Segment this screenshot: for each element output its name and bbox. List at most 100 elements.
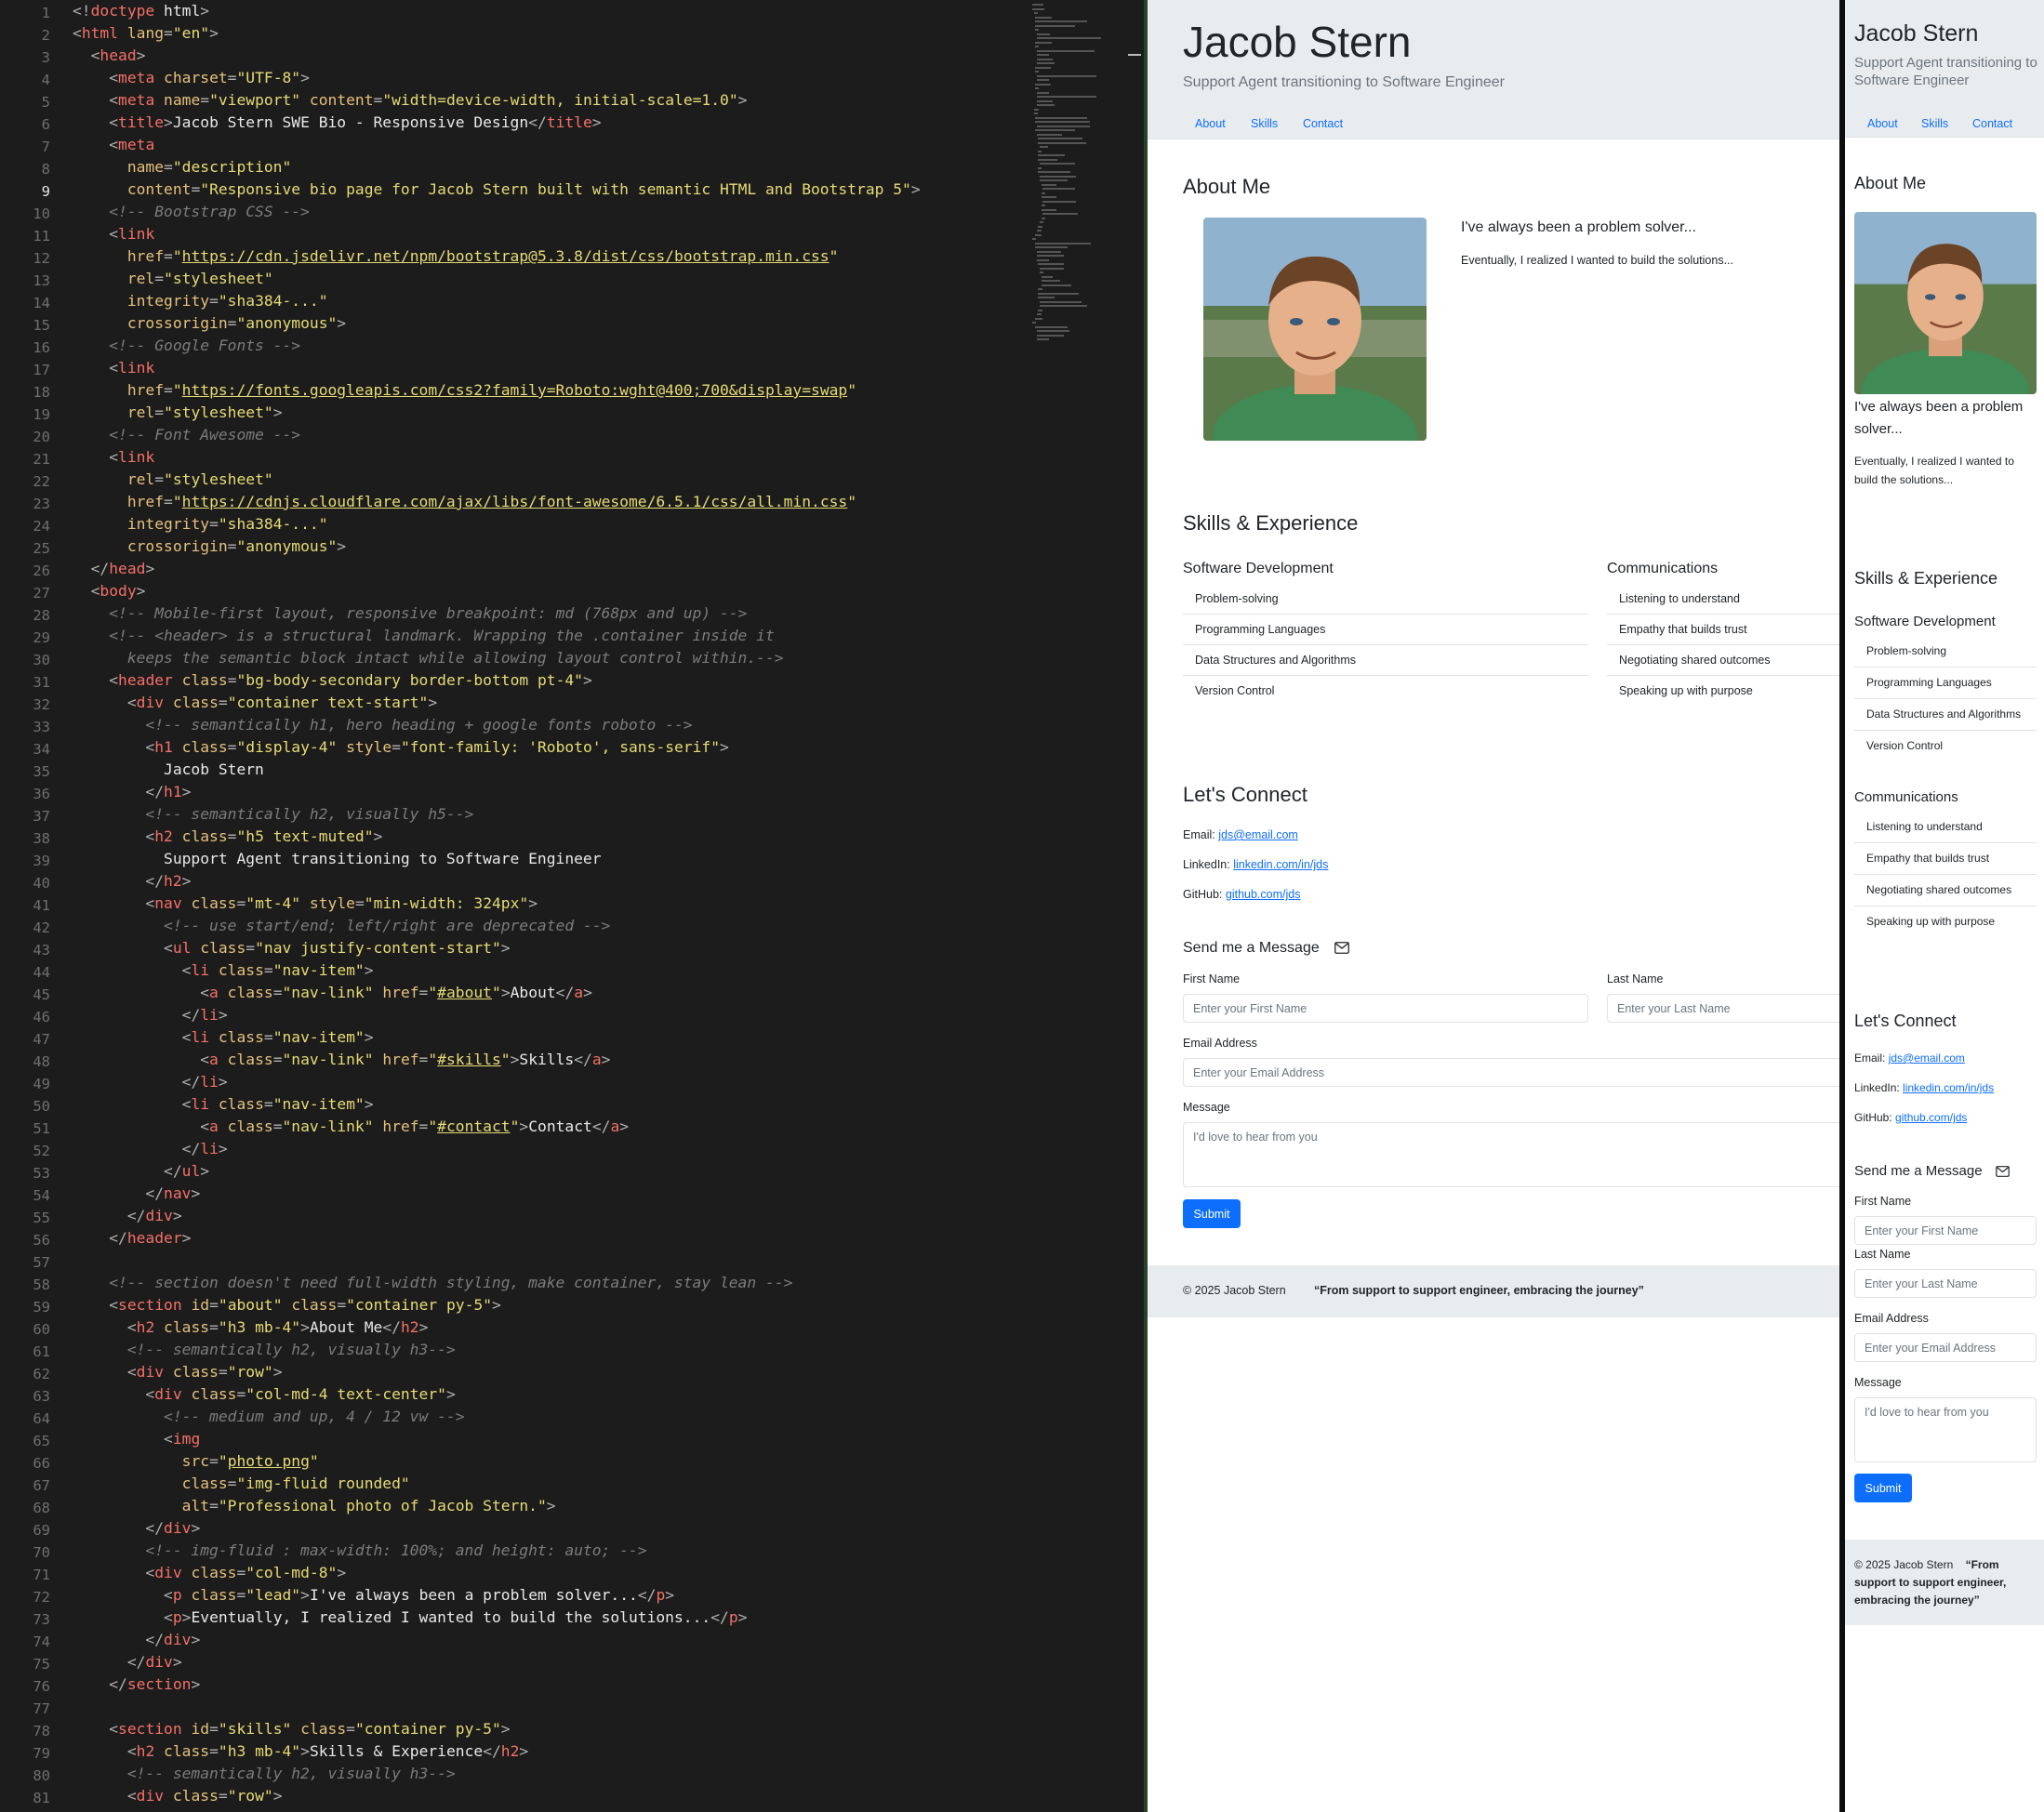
code-line[interactable]: </li> — [73, 1140, 228, 1162]
mobile-email-link[interactable]: jds@email.com — [1889, 1051, 1965, 1065]
last-name-input[interactable]: Enter your Last Name — [1607, 994, 1839, 1023]
code-line[interactable]: <link — [73, 225, 154, 247]
code-line[interactable]: rel="stylesheet" — [73, 470, 273, 493]
code-line[interactable]: </div> — [73, 1519, 200, 1541]
message-textarea[interactable]: I'd love to hear from you — [1183, 1122, 1839, 1187]
code-line[interactable]: </div> — [73, 1653, 182, 1675]
code-line[interactable]: class="img-fluid rounded" — [73, 1475, 410, 1497]
code-line[interactable]: <link — [73, 448, 154, 470]
mobile-nav-link-contact[interactable]: Contact — [1972, 115, 2012, 132]
code-line[interactable]: <head> — [73, 46, 146, 69]
code-line[interactable]: </div> — [73, 1207, 182, 1229]
code-line[interactable]: crossorigin="anonymous"> — [73, 537, 346, 560]
submit-button[interactable]: Submit — [1183, 1199, 1241, 1228]
code-line[interactable]: <!-- semantically h1, hero heading + goo… — [73, 716, 692, 738]
code-line[interactable]: href="https://cdn.jsdelivr.net/npm/boots… — [73, 247, 839, 270]
code-line[interactable]: </h1> — [73, 783, 191, 805]
code-line[interactable]: <li class="nav-item"> — [73, 1095, 374, 1118]
nav-link-contact[interactable]: Contact — [1303, 115, 1343, 132]
code-line[interactable]: </div> — [73, 1631, 200, 1653]
code-line[interactable]: src="photo.png" — [73, 1452, 319, 1475]
code-line[interactable]: alt="Professional photo of Jacob Stern."… — [73, 1497, 556, 1519]
code-line[interactable]: <p class="lead">I've always been a probl… — [73, 1586, 674, 1608]
code-line[interactable]: </li> — [73, 1073, 228, 1095]
mobile-first-name-input[interactable]: Enter your First Name — [1854, 1216, 2037, 1245]
mobile-nav-link-skills[interactable]: Skills — [1921, 115, 1948, 132]
code-line[interactable]: <a class="nav-link" href="#skills">Skill… — [73, 1051, 610, 1073]
mobile-message-textarea[interactable]: I'd love to hear from you — [1854, 1397, 2037, 1462]
code-line[interactable]: href="https://cdnjs.cloudflare.com/ajax/… — [73, 493, 856, 515]
mobile-linkedin-link[interactable]: linkedin.com/in/jds — [1903, 1081, 1994, 1094]
code-line[interactable]: rel="stylesheet" — [73, 270, 273, 292]
minimap[interactable] — [1032, 4, 1116, 357]
code-line[interactable]: <div class="container text-start"> — [73, 694, 437, 716]
code-line[interactable]: <div class="col-md-8"> — [73, 1564, 346, 1586]
code-line[interactable]: <!-- Google Fonts --> — [73, 337, 300, 359]
code-line[interactable]: <!-- use start/end; left/right are depre… — [73, 917, 610, 939]
linkedin-link[interactable]: linkedin.com/in/jds — [1233, 858, 1328, 871]
code-line[interactable]: integrity="sha384-..." — [73, 515, 328, 537]
code-line[interactable]: <header class="bg-body-secondary border-… — [73, 671, 592, 694]
code-line[interactable]: <h2 class="h5 text-muted"> — [73, 827, 382, 850]
code-line[interactable]: <section id="about" class="container py-… — [73, 1296, 501, 1318]
code-line[interactable]: <body> — [73, 582, 146, 604]
code-line[interactable]: <a class="nav-link" href="#about">About<… — [73, 984, 592, 1006]
code-line[interactable]: <!-- section doesn't need full-width sty… — [73, 1274, 792, 1296]
code-line[interactable]: </ul> — [73, 1162, 209, 1184]
code-editor[interactable]: 1 2 3 4 5 6 7 8 9 10 11 12 13 14 15 16 17 18 19 20 21 22 23 24 2… — [0, 0, 1144, 1812]
code-line[interactable]: <!-- semantically h2, visually h3--> — [73, 1341, 456, 1363]
code-line[interactable]: <h2 class="h3 mb-4">About Me</h2> — [73, 1318, 429, 1341]
code-line[interactable]: <link — [73, 359, 154, 381]
code-line[interactable]: integrity="sha384-..." — [73, 292, 328, 314]
code-line[interactable]: <!-- medium and up, 4 / 12 vw --> — [73, 1408, 464, 1430]
mobile-nav-link-about[interactable]: About — [1867, 115, 1898, 132]
code-line[interactable]: <meta name="viewport" content="width=dev… — [73, 91, 747, 113]
code-line[interactable]: <meta — [73, 136, 154, 158]
email-address-input[interactable]: Enter your Email Address — [1183, 1058, 1839, 1087]
mobile-github-link[interactable]: github.com/jds — [1895, 1111, 1967, 1124]
code-line[interactable]: <a class="nav-link" href="#contact">Cont… — [73, 1118, 629, 1140]
code-line[interactable]: <!-- semantically h2, visually h5--> — [73, 805, 473, 827]
code-line[interactable]: <!-- <header> is a structural landmark. … — [73, 627, 775, 649]
code-line[interactable]: keeps the semantic block intact while al… — [73, 649, 784, 671]
code-line[interactable]: Support Agent transitioning to Software … — [73, 850, 602, 872]
code-line[interactable]: <section id="skills" class="container py… — [73, 1720, 510, 1742]
code-line[interactable]: </li> — [73, 1006, 228, 1028]
code-line[interactable]: </nav> — [73, 1184, 200, 1207]
code-line[interactable]: <h2 class="h3 mb-4">Skills & Experience<… — [73, 1742, 528, 1765]
code-line[interactable]: </h2> — [73, 872, 191, 894]
code-line[interactable]: name="description" — [73, 158, 291, 180]
code-line[interactable]: <!doctype html> — [73, 2, 209, 24]
scrollbar-thumb[interactable] — [1128, 54, 1141, 56]
mobile-email-address-input[interactable]: Enter your Email Address — [1854, 1333, 2037, 1362]
nav-link-skills[interactable]: Skills — [1251, 115, 1278, 132]
code-line[interactable]: href="https://fonts.googleapis.com/css2?… — [73, 381, 856, 403]
code-line[interactable]: <!-- Bootstrap CSS --> — [73, 203, 310, 225]
mobile-last-name-input[interactable]: Enter your Last Name — [1854, 1269, 2037, 1298]
code-line[interactable]: <img — [73, 1430, 200, 1452]
code-line[interactable]: <nav class="mt-4" style="min-width: 324p… — [73, 894, 538, 917]
code-line[interactable]: Jacob Stern — [73, 761, 264, 783]
email-link[interactable]: jds@email.com — [1218, 828, 1298, 841]
github-link[interactable]: github.com/jds — [1226, 888, 1301, 901]
code-line[interactable]: </section> — [73, 1675, 200, 1698]
code-line[interactable]: rel="stylesheet"> — [73, 403, 283, 426]
code-line[interactable]: <div class="row"> — [73, 1363, 283, 1385]
mobile-submit-button[interactable]: Submit — [1854, 1474, 1912, 1502]
code-line[interactable]: <!-- Font Awesome --> — [73, 426, 300, 448]
code-line[interactable]: <meta charset="UTF-8"> — [73, 69, 310, 91]
code-line[interactable]: <div class="col-md-4 text-center"> — [73, 1385, 455, 1408]
code-line[interactable]: <li class="nav-item"> — [73, 961, 374, 984]
code-line[interactable]: </head> — [73, 560, 155, 582]
code-line[interactable]: content="Responsive bio page for Jacob S… — [73, 180, 921, 203]
code-line[interactable]: <!-- semantically h2, visually h3--> — [73, 1765, 456, 1787]
code-line[interactable]: <!-- img-fluid : max-width: 100%; and he… — [73, 1541, 646, 1564]
code-line[interactable]: </header> — [73, 1229, 191, 1251]
nav-link-about[interactable]: About — [1195, 115, 1226, 132]
code-line[interactable]: <ul class="nav justify-content-start"> — [73, 939, 511, 961]
code-line[interactable]: <title>Jacob Stern SWE Bio - Responsive … — [73, 113, 601, 136]
code-line[interactable]: <li class="nav-item"> — [73, 1028, 374, 1051]
first-name-input[interactable]: Enter your First Name — [1183, 994, 1588, 1023]
code-line[interactable]: <html lang="en"> — [73, 24, 219, 46]
code-line[interactable]: <!-- Mobile-first layout, responsive bre… — [73, 604, 747, 627]
